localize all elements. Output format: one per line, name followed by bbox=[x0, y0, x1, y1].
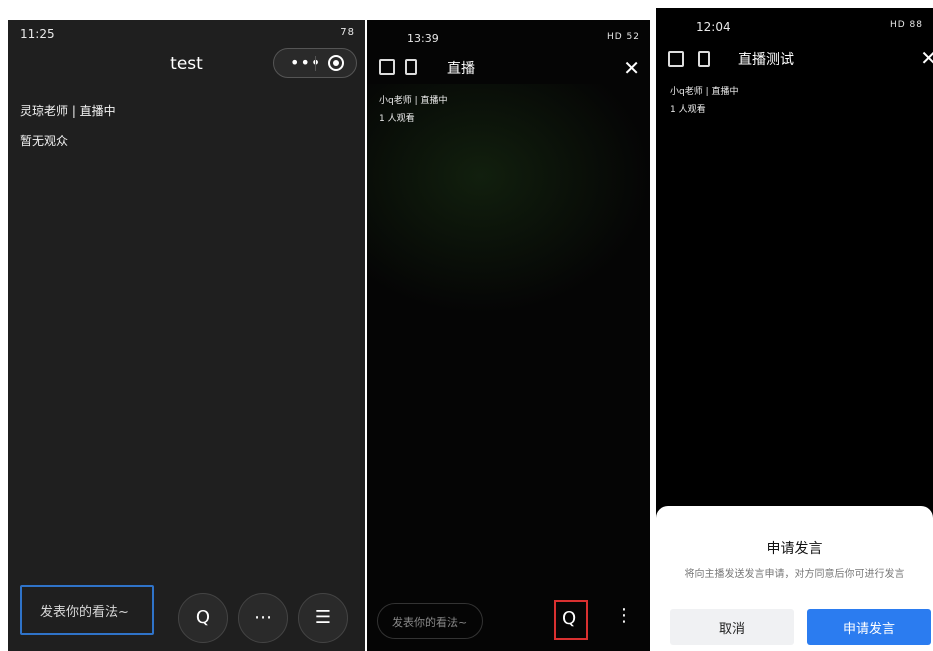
status-time: 13:39 bbox=[407, 32, 439, 45]
comment-placeholder: 发表你的看法~ bbox=[40, 605, 129, 620]
cancel-button[interactable]: 取消 bbox=[670, 609, 794, 645]
close-icon[interactable]: ✕ bbox=[920, 46, 933, 70]
page-title: 直播测试 bbox=[738, 52, 794, 68]
pip-icon[interactable] bbox=[379, 59, 395, 75]
viewers-button[interactable]: ☰ bbox=[298, 593, 348, 643]
ellipsis-icon[interactable]: ••• bbox=[290, 53, 321, 72]
apply-speak-dialog: 申请发言 将向主播发送发言申请，对方同意后你可进行发言 取消 申请发言 bbox=[656, 506, 933, 651]
pip-icon[interactable] bbox=[668, 51, 684, 67]
status-time: 11:25 bbox=[20, 27, 55, 41]
page-title: 直播 bbox=[447, 61, 475, 77]
mic-bubble-icon: Q bbox=[562, 608, 577, 629]
dialog-title: 申请发言 bbox=[766, 541, 823, 557]
apply-speak-button[interactable]: Q bbox=[554, 600, 588, 640]
status-bar: 13:39 HD 52 bbox=[367, 20, 650, 48]
more-button[interactable]: ⋯ bbox=[238, 593, 288, 643]
toolbar: 直播测试 ✕ bbox=[656, 46, 933, 76]
audience-count: 1 人观看 bbox=[670, 105, 706, 115]
mini-program-capsule: ••• bbox=[273, 48, 357, 78]
rotate-icon[interactable] bbox=[405, 59, 417, 75]
comment-input[interactable]: 发表你的看法~ bbox=[377, 603, 483, 639]
status-bar: 11:25 78 bbox=[8, 20, 365, 48]
status-bar: 12:04 HD 88 bbox=[656, 8, 933, 36]
capsule-divider bbox=[315, 56, 316, 71]
battery-indicator: 78 bbox=[340, 27, 355, 38]
phone-screen-1: 11:25 78 test ••• 灵琼老师 | 直播中 暂无观众 发表你的看法… bbox=[8, 20, 365, 651]
phone-screen-2: 13:39 HD 52 直播 ✕ 小q老师 | 直播中 1 人观看 发表你的看法… bbox=[367, 20, 650, 651]
apply-speak-button[interactable]: Q bbox=[178, 593, 228, 643]
more-icon[interactable]: ⋮ bbox=[615, 605, 633, 626]
close-icon[interactable]: ✕ bbox=[623, 56, 640, 80]
host-status: 小q老师 | 直播中 bbox=[379, 96, 448, 106]
target-icon[interactable] bbox=[328, 55, 344, 71]
audience-count: 暂无观众 bbox=[20, 134, 69, 148]
rotate-icon[interactable] bbox=[698, 51, 710, 67]
eye-list-icon: ☰ bbox=[314, 607, 332, 628]
comment-placeholder: 发表你的看法~ bbox=[392, 616, 468, 629]
mic-bubble-icon: Q bbox=[195, 607, 211, 628]
host-status: 灵琼老师 | 直播中 bbox=[20, 104, 116, 118]
battery-indicator: HD 88 bbox=[889, 20, 923, 30]
phone-screen-3: 12:04 HD 88 直播测试 ✕ 小q老师 | 直播中 1 人观看 申请发言… bbox=[656, 8, 933, 651]
dialog-description: 将向主播发送发言申请，对方同意后你可进行发言 bbox=[684, 569, 905, 580]
more-icon: ⋯ bbox=[254, 607, 272, 628]
audience-count: 1 人观看 bbox=[379, 114, 415, 124]
status-time: 12:04 bbox=[696, 20, 731, 34]
battery-indicator: HD 52 bbox=[606, 32, 640, 42]
toolbar: 直播 ✕ bbox=[367, 56, 650, 84]
comment-input[interactable]: 发表你的看法~ bbox=[20, 585, 154, 635]
apply-speak-confirm-button[interactable]: 申请发言 bbox=[807, 609, 931, 645]
host-status: 小q老师 | 直播中 bbox=[670, 87, 739, 97]
